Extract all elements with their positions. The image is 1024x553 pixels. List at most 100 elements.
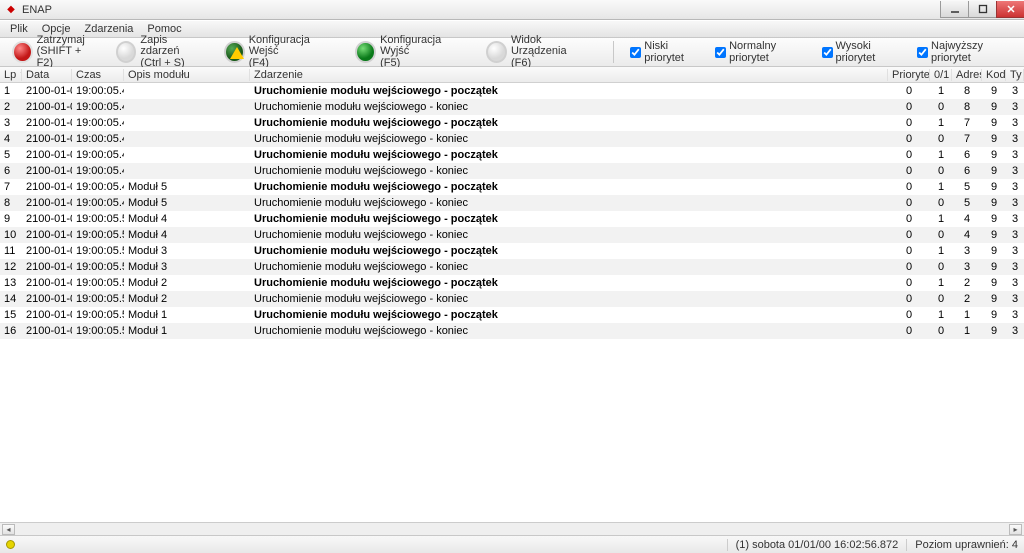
cell: 0 [888,101,930,113]
cell: 6 [952,149,982,161]
cell: 1 [930,149,952,161]
cell: Uruchomienie modułu wejściowego - koniec [250,101,888,113]
table-row[interactable]: 32100-01-0119:00:05.454Uruchomienie modu… [0,115,1024,131]
cell: 5 [952,197,982,209]
filter-low-priority[interactable]: Niski priorytet [630,40,705,64]
col-priorytet[interactable]: Priorytet [888,69,930,81]
table-row[interactable]: 112100-01-0119:00:05.516Moduł 3Uruchomie… [0,243,1024,259]
cell: 1 [930,213,952,225]
cell: 3 [1006,117,1024,129]
cell: 4 [952,229,982,241]
table-row[interactable]: 52100-01-0119:00:05.470Uruchomienie modu… [0,147,1024,163]
table-row[interactable]: 12100-01-0119:00:05.440Uruchomienie modu… [0,83,1024,99]
filter-normal-checkbox[interactable] [715,47,726,58]
table-row[interactable]: 82100-01-0119:00:05.486Moduł 5Uruchomien… [0,195,1024,211]
filter-high-checkbox[interactable] [822,47,833,58]
col-adres[interactable]: Adres [952,69,982,81]
filter-highest-priority[interactable]: Najwyższy priorytet [917,40,1018,64]
cell: 3 [1006,277,1024,289]
status-led-icon [6,540,15,549]
minimize-button[interactable] [940,1,968,18]
table-row[interactable]: 132100-01-0119:00:05.532Moduł 2Uruchomie… [0,275,1024,291]
cell: 0 [888,181,930,193]
cell: 3 [0,117,22,129]
table-body[interactable]: 12100-01-0119:00:05.440Uruchomienie modu… [0,83,1024,522]
cell: 3 [1006,197,1024,209]
cell: Moduł 3 [124,261,250,273]
cell: 3 [1006,133,1024,145]
cell: Moduł 3 [124,245,250,257]
cell: 2100-01-01 [22,213,72,225]
horizontal-scrollbar[interactable]: ◂ ▸ [0,522,1024,535]
filter-normal-label: Normalny priorytet [729,40,811,64]
close-button[interactable] [996,1,1024,18]
config-inputs-button[interactable]: Konfiguracja Wejść(F4) [218,34,341,71]
scroll-right-icon[interactable]: ▸ [1009,524,1022,535]
stop-button[interactable]: Zatrzymaj(SHIFT + F2) [6,34,102,71]
status-bar: (1) sobota 01/01/00 16:02:56.872 Poziom … [0,535,1024,553]
table-row[interactable]: 142100-01-0119:00:05.532Moduł 2Uruchomie… [0,291,1024,307]
table-row[interactable]: 62100-01-0119:00:05.470Uruchomienie modu… [0,163,1024,179]
scroll-left-icon[interactable]: ◂ [2,524,15,535]
config-outputs-button[interactable]: Konfiguracja Wyjść(F5) [349,34,472,71]
table-row[interactable]: 72100-01-0119:00:05.486Moduł 5Uruchomien… [0,179,1024,195]
save-icon [116,41,137,63]
filter-high-priority[interactable]: Wysoki priorytet [822,40,908,64]
table-row[interactable]: 92100-01-0119:00:05.501Moduł 4Uruchomien… [0,211,1024,227]
cell: Uruchomienie modułu wejściowego - koniec [250,133,888,145]
filter-low-checkbox[interactable] [630,47,641,58]
maximize-button[interactable] [968,1,996,18]
cell: 4 [952,213,982,225]
warning-icon [224,41,245,63]
cell: 3 [1006,181,1024,193]
cell: 9 [982,117,1006,129]
cell: 0 [888,293,930,305]
cell: Uruchomienie modułu wejściowego - koniec [250,325,888,337]
cell: 7 [0,181,22,193]
cell: 19:00:05.470 [72,165,124,177]
table-row[interactable]: 42100-01-0119:00:05.454Uruchomienie modu… [0,131,1024,147]
cell: 3 [1006,101,1024,113]
cell: 19:00:05.546 [72,309,124,321]
cell: 1 [930,85,952,97]
col-typ[interactable]: Ty [1006,69,1024,81]
col-kod[interactable]: Kod [982,69,1006,81]
cell: 9 [982,165,1006,177]
filter-normal-priority[interactable]: Normalny priorytet [715,40,811,64]
cell: 19:00:05.440 [72,101,124,113]
cell: 0 [888,309,930,321]
table-row[interactable]: 162100-01-0119:00:05.546Moduł 1Uruchomie… [0,323,1024,339]
cell: 0 [930,101,952,113]
cell: Moduł 5 [124,197,250,209]
cell: Uruchomienie modułu wejściowego - począt… [250,149,888,161]
cell: 3 [1006,245,1024,257]
col-czas[interactable]: Czas [72,69,124,81]
cell: 3 [1006,229,1024,241]
cell: Uruchomienie modułu wejściowego - począt… [250,117,888,129]
cell: 0 [888,85,930,97]
col-zero-one[interactable]: 0/1 [930,69,952,81]
col-data[interactable]: Data [22,69,72,81]
table-row[interactable]: 152100-01-0119:00:05.546Moduł 1Uruchomie… [0,307,1024,323]
cell: 2100-01-01 [22,101,72,113]
config-inputs-label: Konfiguracja Wejść [249,35,336,58]
cell: 19:00:05.517 [72,261,124,273]
cell: 15 [0,309,22,321]
save-events-button[interactable]: Zapis zdarzeń(Ctrl + S) [110,34,210,71]
cell: 3 [1006,165,1024,177]
cell: 2 [952,277,982,289]
cell: 2100-01-01 [22,181,72,193]
col-opis[interactable]: Opis modułu [124,69,250,81]
cell: 1 [952,309,982,321]
col-lp[interactable]: Lp▼ [0,69,22,81]
cell: 11 [0,245,22,257]
col-zdarzenie[interactable]: Zdarzenie [250,69,888,81]
table-row[interactable]: 122100-01-0119:00:05.517Moduł 3Uruchomie… [0,259,1024,275]
cell: 19:00:05.486 [72,181,124,193]
table-row[interactable]: 22100-01-0119:00:05.440Uruchomienie modu… [0,99,1024,115]
table-row[interactable]: 102100-01-0119:00:05.501Moduł 4Uruchomie… [0,227,1024,243]
filter-highest-checkbox[interactable] [917,47,928,58]
device-view-button[interactable]: Widok Urządzenia(F6) [480,34,599,71]
cell: 0 [888,165,930,177]
cell: Moduł 2 [124,293,250,305]
